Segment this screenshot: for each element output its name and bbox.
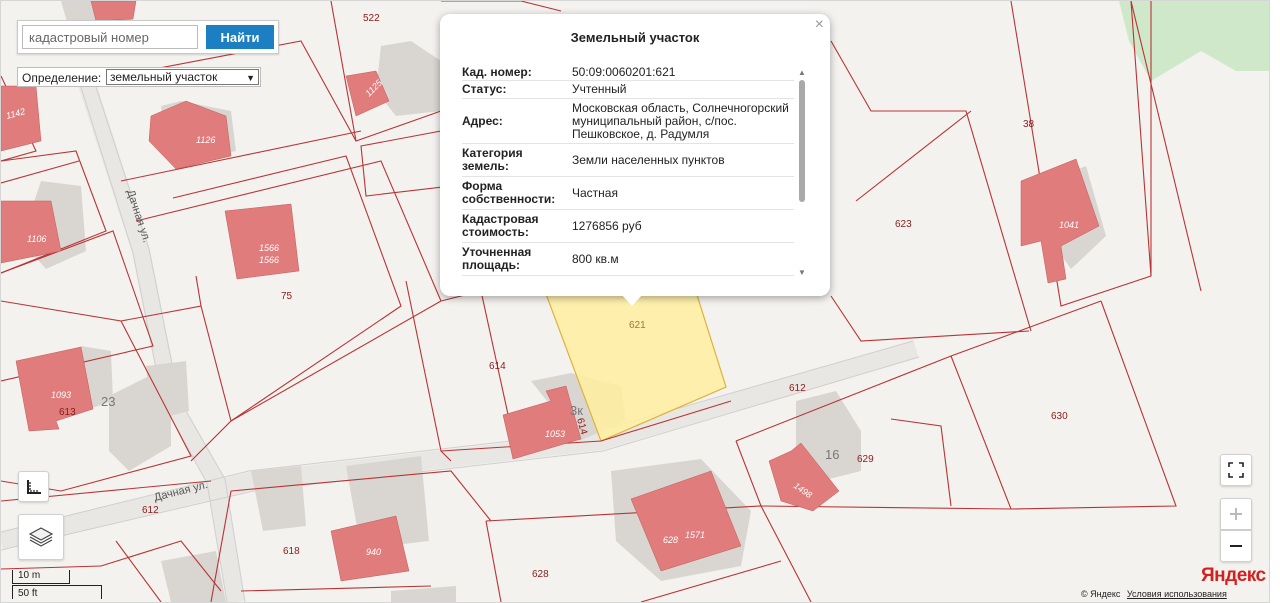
building-label: 1566	[259, 243, 279, 253]
find-button[interactable]: Найти	[206, 25, 274, 49]
zoom-out-icon	[1230, 545, 1242, 547]
info-value: 50:09:0060201:621	[570, 64, 794, 81]
house-number: 16	[825, 447, 839, 462]
parcel-info-table: Кад. номер: 50:09:0060201:621 Статус: Уч…	[462, 64, 794, 276]
table-row: Уточненная площадь: 800 кв.м	[462, 242, 794, 276]
info-value: 1276856 руб	[570, 209, 794, 243]
cadastral-number-input[interactable]	[22, 25, 198, 49]
plot-label: 612	[789, 383, 806, 394]
info-key: Категория земель:	[462, 143, 570, 177]
plot-label: 75	[281, 291, 293, 302]
building-label: 628	[663, 535, 678, 545]
info-key: Кадастровая стоимость:	[462, 209, 570, 243]
map-frame: 522 38 623 75 621 614 612 630 613 629 61…	[0, 0, 1270, 603]
info-value: 800 кв.м	[570, 242, 794, 276]
definition-panel: Определение: земельный участок ▼	[17, 67, 261, 87]
parcel-info-popup: × Земельный участок Кад. номер: 50:09:00…	[440, 14, 830, 296]
info-key: Форма собственности:	[462, 176, 570, 210]
building-label: 1566	[259, 255, 279, 265]
fullscreen-button[interactable]	[1220, 454, 1252, 486]
plot-label: 38	[1023, 119, 1035, 130]
layers-icon	[28, 527, 54, 547]
info-value: Земли населенных пунктов	[570, 143, 794, 177]
yandex-logo[interactable]: Яндекс	[1201, 565, 1266, 587]
scale-metric: 10 m	[12, 570, 70, 584]
building-label: 1126	[196, 135, 215, 145]
ruler-button[interactable]	[18, 471, 49, 502]
info-value: Учтенный	[570, 80, 794, 99]
scale-imperial: 50 ft	[12, 585, 102, 599]
info-key: Уточненная площадь:	[462, 242, 570, 276]
chevron-down-icon: ▼	[246, 73, 255, 83]
plot-label: 623	[895, 219, 912, 230]
info-value: Московская область, Солнечногорский муни…	[570, 98, 794, 144]
building-label: 1106	[27, 234, 46, 244]
table-row: Кадастровая стоимость: 1276856 руб	[462, 209, 794, 243]
info-key: Кад. номер:	[462, 64, 570, 81]
plot-label: 522	[363, 13, 380, 24]
building-label: 940	[366, 547, 381, 557]
plot-label: 630	[1051, 411, 1068, 422]
table-row: Категория земель: Земли населенных пункт…	[462, 143, 794, 177]
forest-area	[1119, 1, 1269, 81]
copyright-bar: © Яндекс Условия использования	[1081, 589, 1227, 599]
zoom-in-icon	[1230, 508, 1242, 520]
plot-label: 628	[532, 569, 549, 580]
fullscreen-icon	[1228, 462, 1244, 478]
plot-label: 613	[59, 407, 76, 418]
table-row: Адрес: Московская область, Солнечногорск…	[462, 98, 794, 144]
scroll-up-icon[interactable]: ▲	[798, 68, 806, 77]
ruler-icon	[26, 479, 41, 494]
table-row: Статус: Учтенный	[462, 80, 794, 99]
zoom-out-button[interactable]	[1220, 530, 1252, 562]
plot-label: 612	[142, 505, 159, 516]
scroll-down-icon[interactable]: ▼	[798, 268, 806, 277]
scroll-thumb[interactable]	[799, 80, 805, 202]
definition-select[interactable]: земельный участок ▼	[106, 69, 259, 85]
layers-button[interactable]	[18, 514, 64, 560]
search-panel: Найти	[17, 20, 279, 54]
terms-link[interactable]: Условия использования	[1127, 589, 1227, 599]
definition-selected-value: земельный участок	[110, 70, 218, 84]
building-label: 1041	[1059, 220, 1079, 230]
popup-scrollbar[interactable]: ▲ ▼	[796, 68, 808, 277]
plot-label: 621	[629, 320, 646, 331]
copyright-text: © Яндекс	[1081, 589, 1121, 599]
info-key: Адрес:	[462, 98, 570, 144]
popup-pointer	[621, 294, 643, 306]
plot-label: 618	[283, 546, 300, 557]
zoom-in-button[interactable]	[1220, 498, 1252, 530]
popup-title: Земельный участок	[570, 30, 700, 45]
house-number: 23	[101, 394, 115, 409]
table-row: Форма собственности: Частная	[462, 176, 794, 210]
building-label: 1571	[685, 530, 705, 540]
building-label: 1053	[545, 429, 565, 439]
plot-label: 614	[489, 361, 506, 372]
table-row: Кад. номер: 50:09:0060201:621	[462, 64, 794, 81]
info-value: Частная	[570, 176, 794, 210]
house-number: 3к	[570, 403, 583, 418]
info-key: Статус:	[462, 80, 570, 99]
plot-label: 629	[857, 454, 874, 465]
building-label: 1093	[51, 390, 71, 400]
definition-label: Определение:	[22, 71, 102, 85]
